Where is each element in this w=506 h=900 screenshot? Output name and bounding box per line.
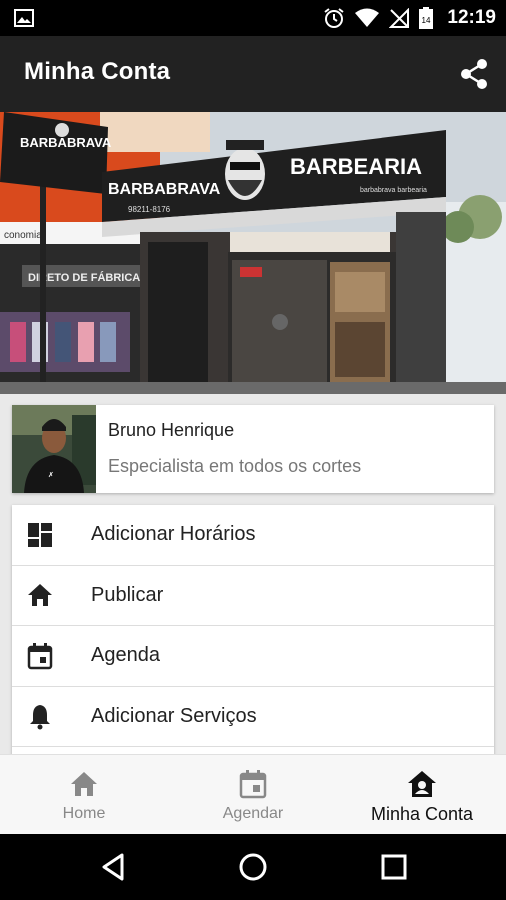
avatar: ✗ (12, 405, 96, 493)
store-left-text: conomia (4, 230, 42, 241)
back-icon[interactable] (98, 851, 130, 883)
cover-photo: conomia DIRETO DE FÁBRICA BARBABRAVA BAR… (0, 112, 506, 394)
menu-item-adicionar-servicos[interactable]: Adicionar Serviços (12, 687, 494, 747)
tab-minha-conta[interactable]: Minha Conta (338, 755, 506, 835)
no-signal-icon (389, 8, 410, 28)
status-bar: 14 12:19 (0, 0, 506, 36)
battery-icon: 14 (419, 7, 434, 29)
profile-card[interactable]: ✗ Bruno Henrique Especialista em todos o… (12, 405, 494, 493)
storefront-image: conomia DIRETO DE FÁBRICA BARBABRAVA BAR… (0, 112, 506, 394)
account-home-icon (408, 771, 436, 797)
tab-home[interactable]: Home (0, 755, 168, 835)
profile-photo: ✗ (12, 405, 96, 493)
page-title: Minha Conta (24, 58, 171, 85)
tab-label: Home (62, 805, 106, 822)
bell-icon (30, 705, 50, 730)
svg-text:14: 14 (422, 16, 431, 25)
home-button-icon[interactable] (237, 851, 269, 883)
recents-icon[interactable] (378, 851, 410, 883)
main-sign-phone: 98211-8176 (128, 205, 171, 214)
main-sign-brand: BARBABRAVA (108, 181, 221, 198)
profile-subtitle: Especialista em todos os cortes (108, 456, 362, 476)
svg-text:✗: ✗ (48, 471, 54, 479)
menu-item-publicar[interactable]: Publicar (12, 566, 494, 626)
menu-item-agenda[interactable]: Agenda (12, 626, 494, 687)
tab-agendar[interactable]: Agendar (169, 755, 337, 835)
pole-sign-brand: BARBABRAVA (20, 135, 112, 150)
account-menu: Adicionar Horários Publicar Agenda Adici… (12, 505, 494, 765)
share-icon[interactable] (458, 57, 490, 91)
dashboard-icon (28, 522, 52, 547)
calendar-icon (239, 770, 267, 799)
calendar-icon (27, 642, 53, 669)
clock: 12:19 (447, 7, 496, 28)
bottom-navigation: Home Agendar Minha Conta (0, 754, 506, 834)
menu-item-label: Publicar (91, 583, 164, 606)
main-sign-title: BARBEARIA (290, 154, 422, 179)
home-icon (28, 584, 52, 607)
profile-name: Bruno Henrique (108, 420, 235, 440)
tab-label: Minha Conta (370, 804, 474, 824)
home-icon (71, 772, 97, 796)
tab-label: Agendar (222, 805, 284, 822)
menu-item-label: Adicionar Horários (91, 523, 256, 546)
menu-item-adicionar-horarios[interactable]: Adicionar Horários (12, 505, 494, 566)
alarm-icon (324, 8, 344, 28)
menu-item-label: Agenda (91, 644, 160, 667)
app-bar: Minha Conta (0, 36, 506, 112)
image-notification-icon (14, 9, 34, 27)
main-sign-instagram: barbabrava barbearia (360, 187, 427, 194)
menu-item-label: Adicionar Serviços (91, 704, 257, 727)
system-navigation-bar (0, 834, 506, 900)
wifi-icon (355, 8, 380, 27)
